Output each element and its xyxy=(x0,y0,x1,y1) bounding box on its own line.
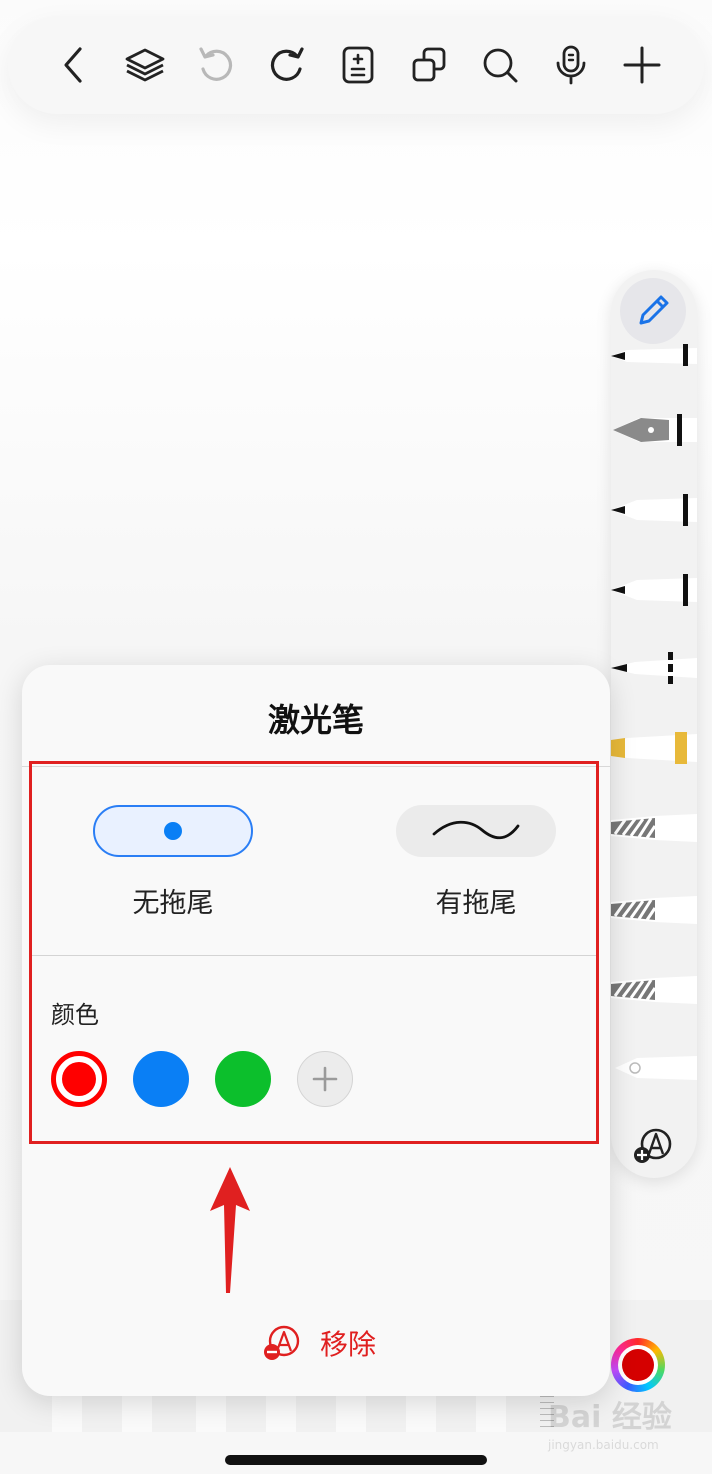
remove-tool-icon xyxy=(264,1325,300,1360)
back-icon xyxy=(64,47,82,83)
microphone-button[interactable] xyxy=(545,39,597,91)
duplicate-icon xyxy=(412,47,446,82)
strip-slot xyxy=(476,1394,506,1432)
search-icon xyxy=(483,48,518,83)
pattern-brush-icon xyxy=(611,976,697,1004)
home-indicator[interactable] xyxy=(225,1455,487,1465)
annotation-highlight-box xyxy=(29,761,599,1144)
layers-button[interactable] xyxy=(119,39,171,91)
pencil-icon xyxy=(639,295,669,325)
watermark-sub: jingyan.baidu.com xyxy=(548,1438,659,1452)
watermark: Bai 经验 jingyan.baidu.com xyxy=(548,1392,708,1472)
add-tool-button[interactable] xyxy=(629,1122,677,1170)
undo-icon xyxy=(199,47,233,81)
top-toolbar xyxy=(8,16,704,114)
color-wheel-inner xyxy=(618,1345,658,1385)
annotation-arrow-icon xyxy=(210,1167,250,1293)
pattern-brush-tool-1[interactable] xyxy=(611,798,697,858)
current-color-dot xyxy=(622,1349,654,1381)
remove-button[interactable]: 移除 xyxy=(262,1323,376,1363)
pattern-brush-tool-3[interactable] xyxy=(611,960,697,1020)
pattern-brush-icon xyxy=(611,814,697,842)
marker-icon xyxy=(611,494,697,526)
pattern-brush-tool-2[interactable] xyxy=(611,880,697,940)
fine-liner-tool[interactable] xyxy=(611,638,697,698)
duplicate-button[interactable] xyxy=(403,39,455,91)
search-button[interactable] xyxy=(474,39,526,91)
microphone-icon xyxy=(556,45,586,85)
page-format-icon xyxy=(342,46,374,84)
redo-icon xyxy=(270,47,304,81)
undo-button[interactable] xyxy=(190,39,242,91)
marker-tool[interactable] xyxy=(611,480,697,540)
remove-label: 移除 xyxy=(320,1328,377,1361)
add-button[interactable] xyxy=(616,39,668,91)
fine-liner-icon xyxy=(611,652,697,684)
layers-icon xyxy=(125,48,165,82)
pattern-brush-icon xyxy=(611,896,697,924)
strip-slot xyxy=(406,1394,436,1432)
strip-slot xyxy=(122,1394,152,1432)
page-format-button[interactable] xyxy=(332,39,384,91)
back-button[interactable] xyxy=(48,39,100,91)
strip-slot xyxy=(196,1394,226,1432)
laser-pen-icon xyxy=(615,1056,697,1080)
laser-pen-tool[interactable] xyxy=(611,1038,697,1098)
panel-title: 激光笔 xyxy=(267,701,364,739)
redo-button[interactable] xyxy=(261,39,313,91)
laser-pen-panel: 激光笔 无拖尾 有拖尾 颜色 移除 xyxy=(22,665,610,1396)
fountain-pen-tool[interactable] xyxy=(611,400,697,460)
highlighter-tool[interactable] xyxy=(611,718,697,778)
highlighter-icon xyxy=(611,732,697,764)
watermark-main: Bai 经验 xyxy=(548,1400,672,1435)
strip-slot xyxy=(266,1394,296,1432)
add-icon xyxy=(623,46,661,84)
pen-palette xyxy=(611,270,697,1178)
strip-slot xyxy=(52,1394,82,1432)
add-tool-icon xyxy=(634,1128,672,1163)
brush-pen-tool[interactable] xyxy=(611,560,697,620)
ballpoint-pen-icon xyxy=(611,344,697,366)
ballpoint-pen-tool[interactable] xyxy=(611,326,697,386)
current-color-button[interactable] xyxy=(611,1338,665,1392)
strip-slot xyxy=(336,1394,366,1432)
brush-pen-icon xyxy=(611,574,697,606)
fountain-pen-icon xyxy=(613,414,697,446)
